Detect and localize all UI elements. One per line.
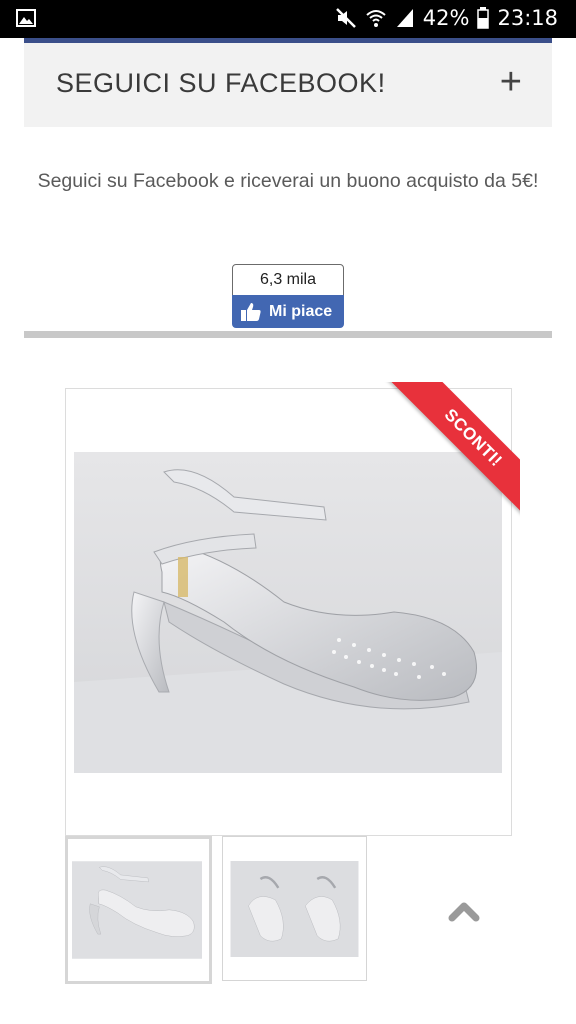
facebook-like-widget: 6,3 mila Mi piace <box>232 264 344 328</box>
scroll-to-top-button[interactable] <box>446 896 482 926</box>
clock: 23:18 <box>497 6 558 30</box>
status-bar: 42% 23:18 <box>0 0 576 38</box>
battery-icon <box>477 7 490 29</box>
expand-plus-icon[interactable]: + <box>500 57 522 107</box>
like-button-label: Mi piace <box>269 303 333 320</box>
signal-icon <box>395 7 415 29</box>
thumbnail-shoe-side <box>72 861 202 959</box>
sale-badge: SCONTI! <box>386 382 520 522</box>
chevron-up-icon <box>448 902 480 922</box>
battery-percent: 42% <box>422 6 470 30</box>
accordion-title: SEGUICI SU FACEBOOK! <box>56 68 386 98</box>
thumbnail-1[interactable] <box>65 836 212 984</box>
promo-text: Seguici su Facebook e riceverai un buono… <box>37 170 539 192</box>
facebook-like-button[interactable]: Mi piace <box>232 295 344 328</box>
mute-icon <box>335 7 357 29</box>
gallery-icon <box>16 9 36 31</box>
sale-ribbon: SCONTI! <box>380 382 520 522</box>
thumbnail-shoe-pair <box>230 861 359 957</box>
section-divider <box>24 331 552 338</box>
thumbs-up-icon <box>240 301 262 334</box>
like-count: 6,3 mila <box>232 264 344 296</box>
facebook-accordion-header[interactable]: SEGUICI SU FACEBOOK! + <box>24 43 552 127</box>
wifi-icon <box>365 7 387 29</box>
thumbnail-2[interactable] <box>222 836 367 981</box>
